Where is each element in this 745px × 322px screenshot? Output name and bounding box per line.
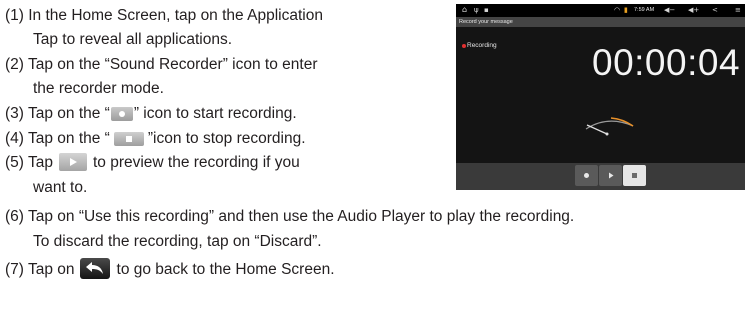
- step-7-text-after: to go back to the Home Screen.: [116, 261, 335, 278]
- step-4-text-before: (4) Tap on the “: [5, 130, 110, 147]
- step-7-text-before: (7) Tap on: [5, 261, 75, 278]
- vu-meter: [585, 117, 634, 136]
- timer-display: 00:00:04: [592, 42, 741, 83]
- title-bar: Record your message: [456, 17, 745, 27]
- vu-meter-pivot: [605, 132, 609, 136]
- recording-status-label: Recording: [467, 42, 497, 49]
- stop-button[interactable]: [623, 165, 646, 186]
- sd-card-icon: ▪: [484, 6, 489, 14]
- step-3: (3) Tap on the “ ” icon to start recordin…: [5, 104, 297, 123]
- step-2-line-2: the recorder mode.: [33, 80, 164, 97]
- volume-up-icon[interactable]: ◀+: [688, 6, 699, 15]
- step-4: (4) Tap on the “ ”icon to stop recording.: [5, 129, 306, 148]
- volume-down-icon[interactable]: ◀−: [664, 6, 675, 15]
- step-5-text-before: (5) Tap: [5, 154, 53, 171]
- play-button[interactable]: [599, 165, 622, 186]
- play-icon: [58, 153, 87, 171]
- vu-meter-needle: [586, 124, 608, 135]
- battery-icon: ▮: [624, 6, 628, 14]
- menu-icon[interactable]: ≡: [735, 6, 741, 15]
- usb-icon: ψ: [474, 6, 479, 14]
- record-icon: [110, 107, 133, 121]
- step-5-line-2: want to.: [33, 179, 88, 196]
- title-bar-label: Record your message: [459, 19, 513, 25]
- step-3-text-after: ” icon to start recording.: [133, 105, 297, 122]
- back-icon[interactable]: <: [712, 6, 718, 15]
- wifi-icon: ◠: [614, 6, 621, 14]
- step-1-line-2: Tap to reveal all applications.: [33, 31, 233, 48]
- status-time: 7:59 AM: [634, 7, 655, 13]
- recording-dot-icon: [462, 44, 466, 48]
- step-5-text-after: to preview the recording if you: [92, 154, 300, 171]
- step-6-line-1: (6) Tap on “Use this recording” and then…: [5, 208, 575, 225]
- sound-recorder-screenshot: ⌂ ψ ▪ ◠ ▮ 7:59 AM ◀− ◀+ < ≡ Record your …: [456, 4, 745, 190]
- step-1-line-1: (1) In the Home Screen, tap on the Appli…: [5, 7, 323, 24]
- step-4-text-after: ”icon to stop recording.: [147, 130, 306, 147]
- home-icon: ⌂: [462, 5, 468, 14]
- record-button[interactable]: [575, 165, 598, 186]
- step-5: (5) Tap to preview the recording if you: [5, 153, 300, 172]
- stop-icon: [113, 132, 144, 146]
- back-arrow-icon: [79, 258, 110, 279]
- step-6-line-2: To discard the recording, tap on “Discar…: [33, 233, 322, 250]
- status-bar: ⌂ ψ ▪ ◠ ▮ 7:59 AM ◀− ◀+ < ≡: [456, 4, 745, 17]
- step-2-line-1: (2) Tap on the “Sound Recorder” icon to …: [5, 56, 318, 73]
- step-3-text-before: (3) Tap on the “: [5, 105, 110, 122]
- step-7: (7) Tap on to go back to the Home Screen.: [5, 258, 335, 279]
